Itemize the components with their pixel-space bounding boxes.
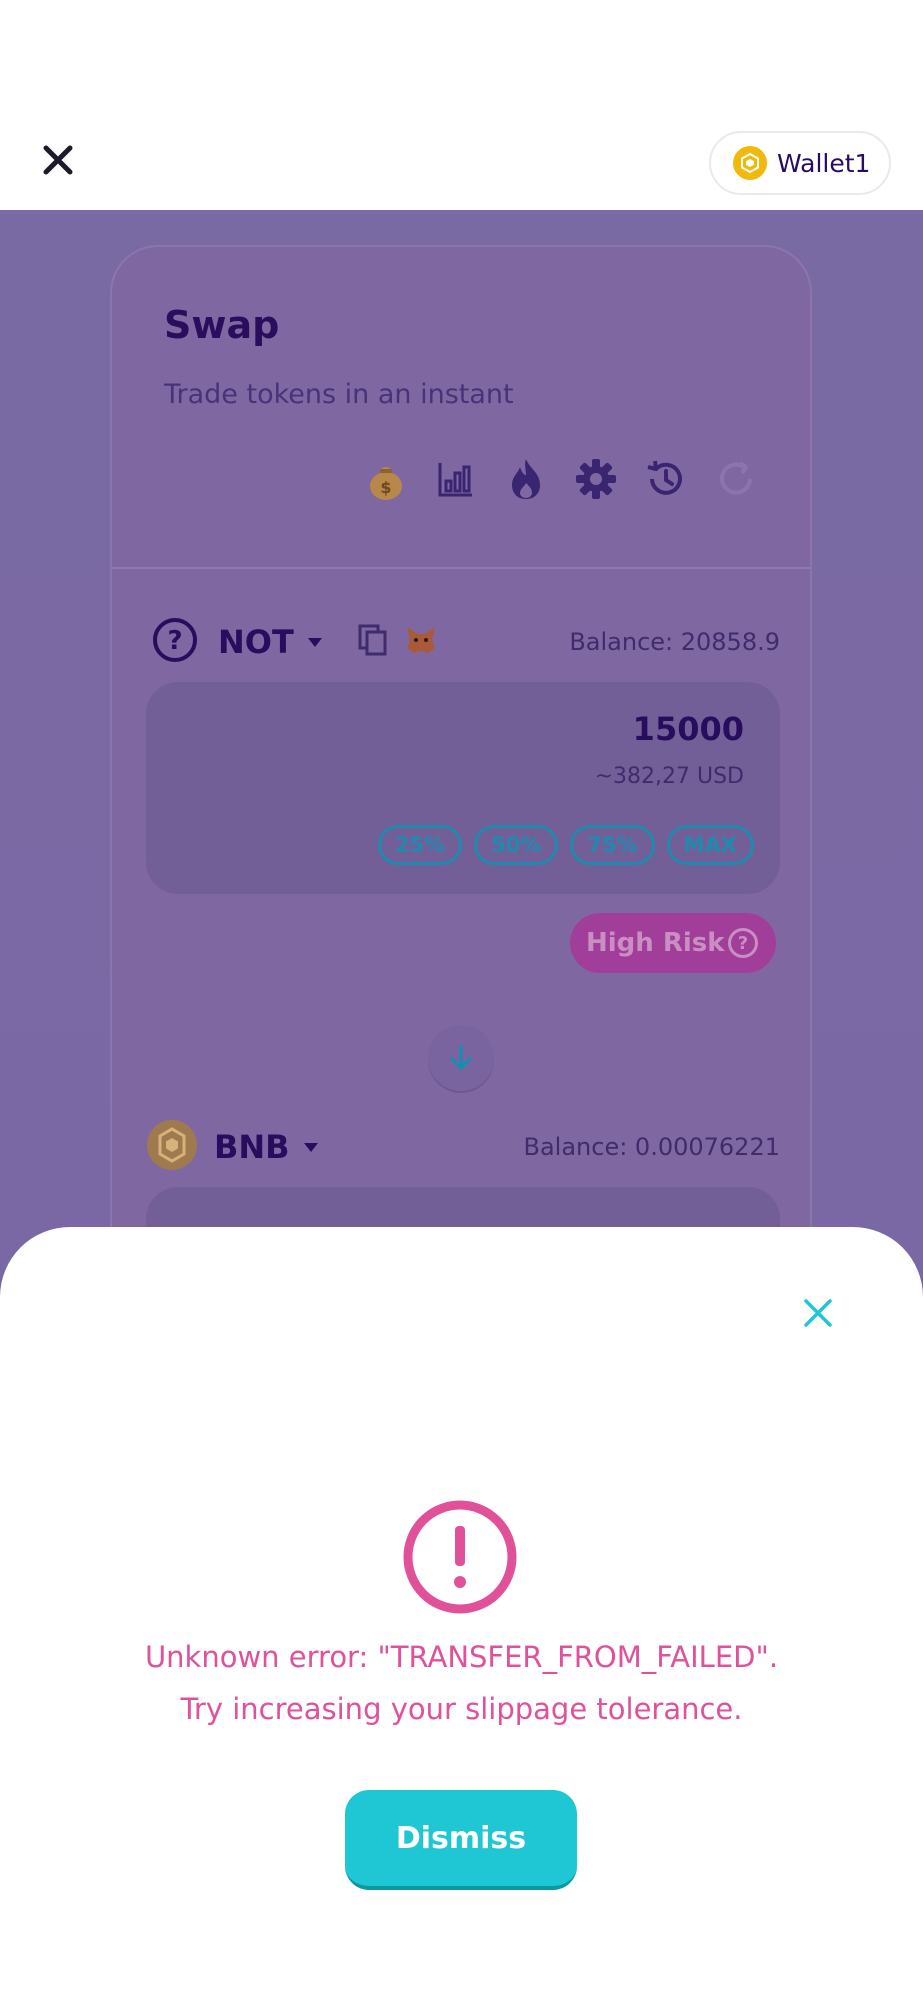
percent-75-button[interactable]: 75% <box>570 825 655 865</box>
help-icon[interactable]: ? <box>728 928 758 958</box>
to-token-row: BNB Balance: 0.00076221 <box>146 1119 780 1175</box>
history-icon[interactable] <box>644 457 688 501</box>
percent-50-button[interactable]: 50% <box>474 825 559 865</box>
to-token-symbol[interactable]: BNB <box>214 1128 290 1166</box>
error-modal: Unknown error: "TRANSFER_FROM_FAILED". T… <box>0 1227 923 2000</box>
bnb-token-icon <box>146 1119 198 1175</box>
chevron-down-icon[interactable] <box>307 637 322 647</box>
metamask-fox-icon[interactable] <box>404 624 438 660</box>
page-subtitle: Trade tokens in an instant <box>164 379 514 410</box>
top-bar: Wallet1 <box>0 0 923 210</box>
arrow-down-icon <box>450 1045 472 1070</box>
copy-icon[interactable] <box>358 624 388 660</box>
dismiss-button[interactable]: Dismiss <box>345 1790 577 1890</box>
modal-close-icon[interactable] <box>800 1295 836 1331</box>
max-button[interactable]: MAX <box>666 825 754 865</box>
from-token-row: ? NOT Balance: 20858.9 <box>152 617 780 667</box>
bnb-coin-icon <box>733 146 767 180</box>
from-token-balance: Balance: 20858.9 <box>569 628 780 656</box>
high-risk-badge[interactable]: High Risk ? <box>570 913 776 973</box>
error-hint: Try increasing your slippage tolerance. <box>180 1692 743 1726</box>
money-bag-icon[interactable]: $ <box>364 457 408 501</box>
from-amount-usd: ~382,27 USD <box>594 764 744 789</box>
percent-buttons: 25% 50% 75% MAX <box>377 825 754 865</box>
swap-toolbar: $ <box>364 457 758 501</box>
svg-text:$: $ <box>380 478 391 497</box>
switch-tokens-button[interactable] <box>428 1025 494 1091</box>
gear-icon[interactable] <box>574 457 618 501</box>
svg-text:?: ? <box>167 626 182 656</box>
from-amount-box[interactable]: 15000 ~382,27 USD 25% 50% 75% MAX <box>146 682 780 894</box>
high-risk-label: High Risk <box>586 928 725 958</box>
wallet-button[interactable]: Wallet1 <box>709 131 891 195</box>
unknown-token-icon: ? <box>152 617 198 667</box>
error-icon <box>402 1499 518 1615</box>
chevron-down-icon[interactable] <box>303 1142 318 1152</box>
error-message: Unknown error: "TRANSFER_FROM_FAILED". <box>144 1640 779 1674</box>
close-icon[interactable] <box>38 140 78 180</box>
from-amount-input[interactable]: 15000 <box>633 710 744 748</box>
swap-card-header: Swap Trade tokens in an instant $ <box>112 247 810 569</box>
chart-icon[interactable] <box>434 457 478 501</box>
wallet-label: Wallet1 <box>777 148 871 178</box>
from-token-symbol[interactable]: NOT <box>218 623 294 661</box>
fire-icon[interactable] <box>504 457 548 501</box>
to-token-balance: Balance: 0.00076221 <box>523 1133 781 1161</box>
page-title: Swap <box>164 303 280 347</box>
refresh-icon[interactable] <box>714 457 758 501</box>
percent-25-button[interactable]: 25% <box>377 825 463 865</box>
